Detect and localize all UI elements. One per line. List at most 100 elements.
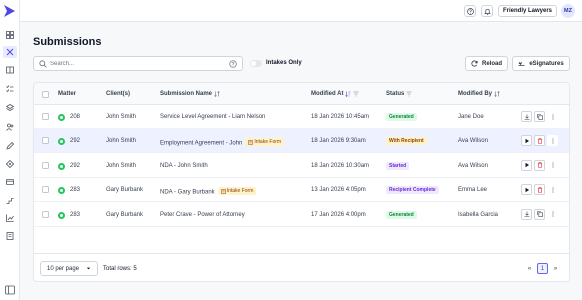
copy-icon xyxy=(536,113,543,120)
total-rows: Total rows: 5 xyxy=(103,266,137,272)
pen-icon[interactable] xyxy=(5,141,15,151)
table-row[interactable]: 283 Gary Burbank Peter Crave - Power of At… xyxy=(34,203,569,227)
header-matter[interactable]: Matter xyxy=(58,91,76,97)
prev-page-button[interactable]: « xyxy=(524,263,535,274)
trash-button[interactable] xyxy=(534,135,545,147)
ledger-icon[interactable] xyxy=(5,231,15,241)
filter-icon[interactable] xyxy=(406,91,412,97)
header-submission-name[interactable]: Submission Name xyxy=(160,91,220,97)
help-icon xyxy=(466,7,474,15)
submissions-icon[interactable] xyxy=(3,46,17,58)
page-title: Submissions xyxy=(33,36,102,48)
copy-button[interactable] xyxy=(534,208,545,220)
book-icon[interactable] xyxy=(5,65,15,75)
client-cell: John Smith xyxy=(106,162,137,169)
current-page-button[interactable]: 1 xyxy=(537,263,548,274)
trash-button[interactable] xyxy=(534,159,545,171)
bell-icon xyxy=(483,8,491,15)
more-actions-button[interactable] xyxy=(547,208,558,220)
download-button[interactable] xyxy=(521,208,532,220)
table-footer: 10 per page Total rows: 5 « 1 » xyxy=(34,253,569,283)
header-clients-label: Client(s) xyxy=(106,91,130,97)
copy-button[interactable] xyxy=(534,111,545,122)
help-button[interactable] xyxy=(464,5,476,17)
modified-by-cell: Isabella Garcia xyxy=(458,211,499,218)
row-checkbox[interactable] xyxy=(42,210,49,218)
row-checkbox[interactable] xyxy=(42,186,49,194)
dashboard-icon[interactable] xyxy=(5,30,15,40)
card-icon[interactable] xyxy=(5,177,15,187)
checklist-icon[interactable] xyxy=(5,84,15,94)
sidebar-collapse-icon[interactable] xyxy=(5,285,15,295)
form-icon xyxy=(221,188,226,194)
trash-icon xyxy=(537,187,543,193)
header-modified-at[interactable]: Modified At xyxy=(311,91,359,97)
modified-at-cell: 13 Jan 2026 4:05pm xyxy=(311,187,366,194)
notifications-button[interactable] xyxy=(481,5,493,17)
users-icon[interactable] xyxy=(5,122,15,132)
header-modified-by[interactable]: Modified By xyxy=(458,91,500,97)
more-actions-button[interactable] xyxy=(547,111,558,122)
play-button[interactable] xyxy=(521,135,532,147)
table-row[interactable]: 208 John Smith Service Level Agreement - L… xyxy=(34,105,569,129)
header-status-label: Status xyxy=(386,91,405,97)
more-actions-button[interactable] xyxy=(547,184,558,196)
matter-cell[interactable]: 283 xyxy=(70,187,80,193)
header-submission-name-label: Submission Name xyxy=(160,91,213,97)
matter-cell[interactable]: 283 xyxy=(70,212,80,218)
table-header: Matter Client(s) Submission Name Modifie… xyxy=(34,83,569,105)
chart-icon[interactable] xyxy=(5,213,15,223)
header-status[interactable]: Status xyxy=(386,91,412,97)
status-badge: With Recipient xyxy=(386,137,427,146)
matter-cell[interactable]: 292 xyxy=(70,138,80,144)
signature-icon xyxy=(518,61,525,67)
header-clients[interactable]: Client(s) xyxy=(106,91,130,97)
modified-by-cell: Ava Wilson xyxy=(458,162,488,169)
submission-name-cell[interactable]: NDA - Gary Burbank Intake Form xyxy=(160,187,257,196)
table-row[interactable]: 292 John Smith Employment Agreement - John… xyxy=(34,129,569,154)
intake-form-label: Intake Form xyxy=(254,139,282,146)
steps-icon[interactable] xyxy=(5,195,15,205)
app-logo-icon[interactable] xyxy=(3,4,17,18)
user-avatar[interactable]: MZ xyxy=(561,4,575,18)
search-box xyxy=(33,56,243,71)
submission-name-cell[interactable]: NDA - John Smith xyxy=(160,163,208,169)
matter-cell[interactable]: 208 xyxy=(70,114,80,120)
more-actions-button[interactable] xyxy=(547,159,558,171)
play-icon xyxy=(524,187,530,193)
row-checkbox[interactable] xyxy=(42,113,49,120)
row-checkbox[interactable] xyxy=(42,161,49,169)
form-icon xyxy=(248,140,254,145)
per-page-select[interactable]: 10 per page xyxy=(40,261,98,276)
sort-desc-icon xyxy=(345,91,351,97)
submission-name-text: NDA - Gary Burbank xyxy=(160,189,215,196)
header-modified-by-label: Modified By xyxy=(458,91,492,97)
search-help-icon[interactable] xyxy=(229,60,237,68)
puzzle-icon[interactable] xyxy=(5,159,15,169)
row-checkbox[interactable] xyxy=(42,137,49,145)
table-row[interactable]: 292 John Smith NDA - John Smith 18 Jan 2026… xyxy=(34,154,569,178)
matter-cell[interactable]: 292 xyxy=(70,163,80,169)
filter-icon[interactable] xyxy=(353,91,359,97)
trash-button[interactable] xyxy=(534,184,545,196)
play-button[interactable] xyxy=(521,159,532,171)
layers-icon[interactable] xyxy=(5,103,15,113)
more-actions-button[interactable] xyxy=(547,135,558,147)
submission-name-cell[interactable]: Employment Agreement - John Intake Form xyxy=(160,138,285,147)
intakes-only-toggle[interactable] xyxy=(250,60,262,67)
client-cell: John Smith xyxy=(106,138,137,145)
modified-at-cell: 18 Jan 2026 9:30am xyxy=(311,138,366,145)
table-row[interactable]: 283 Gary Burbank NDA - Gary Burbank Intake … xyxy=(34,178,569,203)
play-button[interactable] xyxy=(521,184,532,196)
submission-name-cell[interactable]: Service Level Agreement - Liam Nelson xyxy=(160,114,265,120)
search-input[interactable] xyxy=(50,59,220,69)
organization-switcher-button[interactable]: Friendly Lawyers xyxy=(498,5,557,17)
reload-button[interactable]: Reload xyxy=(465,56,508,71)
modified-by-cell: Emma Lee xyxy=(458,187,488,194)
submission-name-cell[interactable]: Peter Crave - Power of Attorney xyxy=(160,212,245,218)
search-icon xyxy=(39,60,47,68)
next-page-button[interactable]: » xyxy=(550,263,561,274)
select-all-checkbox[interactable] xyxy=(42,91,49,98)
download-button[interactable] xyxy=(521,111,532,122)
esignatures-button[interactable]: eSignatures xyxy=(512,56,570,71)
